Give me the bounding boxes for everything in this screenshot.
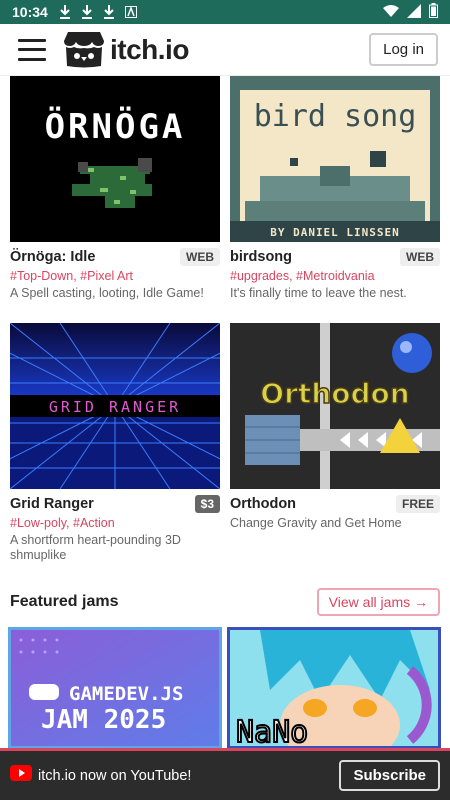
game-card[interactable]: ÖRNÖGA Örnöga: Idle WEB #Top-Down, #Pixe…	[10, 76, 220, 301]
game-description: Change Gravity and Get Home	[230, 516, 402, 530]
subscribe-button[interactable]: Subscribe	[339, 760, 440, 791]
game-description: A shortform heart-pounding 3D shmuplike	[10, 533, 181, 562]
thumbnail-art-text: Orthodon	[260, 377, 409, 410]
featured-jams-header: Featured jams View all jams →	[10, 586, 440, 618]
jam-title-line2: JAM 2025	[41, 705, 166, 735]
game-card[interactable]: bird song BY DANIEL LINSSEN birdsong WEB…	[230, 76, 440, 301]
platform-badge: WEB	[400, 248, 440, 266]
game-title[interactable]: Grid Ranger	[10, 496, 94, 512]
youtube-banner-text[interactable]: itch.io now on YouTube!	[38, 768, 191, 784]
status-time: 10:34	[12, 4, 48, 20]
youtube-icon	[10, 765, 32, 786]
itchio-logo[interactable]: itch.io	[64, 31, 189, 68]
wifi-icon	[383, 4, 399, 20]
game-thumbnail[interactable]: Orthodon	[230, 323, 440, 489]
jam-title-line1: NaNo	[236, 715, 308, 746]
thumbnail-art-text: GRID RANGER	[49, 398, 181, 416]
section-title: Featured jams	[10, 593, 119, 610]
game-description: It's finally time to leave the nest.	[230, 286, 407, 300]
jam-card[interactable]: GAMEDEV.JS JAM 2025	[8, 627, 222, 749]
app-notification-icon	[124, 5, 138, 19]
logo-text: itch.io	[110, 33, 189, 65]
menu-icon[interactable]	[18, 38, 46, 61]
download-icon	[80, 5, 94, 19]
login-button[interactable]: Log in	[369, 33, 438, 66]
status-bar: 10:34	[0, 0, 450, 24]
thumbnail-art-author: BY DANIEL LINSSEN	[270, 226, 400, 239]
platform-badge: WEB	[180, 248, 220, 266]
jam-title-line1: GAMEDEV.JS	[69, 683, 183, 705]
view-all-jams-button[interactable]: View all jams →	[316, 588, 440, 616]
download-icon	[58, 5, 72, 19]
game-card[interactable]: Orthodon Orthodon FREE Change Gravity an…	[230, 323, 440, 531]
signal-icon	[407, 3, 421, 21]
game-card[interactable]: GRID RANGER Grid Ranger $3 #Low-poly, #A…	[10, 323, 220, 563]
game-title[interactable]: birdsong	[230, 249, 292, 265]
thumbnail-art-title: bird song	[254, 99, 417, 134]
game-thumbnail[interactable]: GRID RANGER	[10, 323, 220, 489]
game-title[interactable]: Orthodon	[230, 496, 296, 512]
jam-card[interactable]: NaNo	[227, 627, 441, 749]
battery-icon	[429, 3, 438, 21]
game-title[interactable]: Örnöga: Idle	[10, 249, 95, 265]
game-thumbnail[interactable]: bird song BY DANIEL LINSSEN	[230, 76, 440, 242]
price-badge: $3	[194, 495, 220, 513]
thumbnail-art-text: ÖRNÖGA	[45, 106, 186, 147]
game-thumbnail[interactable]: ÖRNÖGA	[10, 76, 220, 242]
game-tags[interactable]: #Top-Down, #Pixel Art	[10, 269, 220, 283]
price-badge: FREE	[395, 495, 440, 513]
game-tags[interactable]: #Low-poly, #Action	[10, 516, 220, 530]
itchio-store-icon	[64, 31, 104, 67]
app-header: itch.io Log in	[0, 24, 450, 76]
download-icon	[102, 5, 116, 19]
game-description: A Spell casting, looting, Idle Game!	[10, 286, 204, 300]
youtube-banner[interactable]: itch.io now on YouTube! Subscribe	[0, 748, 450, 800]
game-tags[interactable]: #upgrades, #Metroidvania	[230, 269, 440, 283]
